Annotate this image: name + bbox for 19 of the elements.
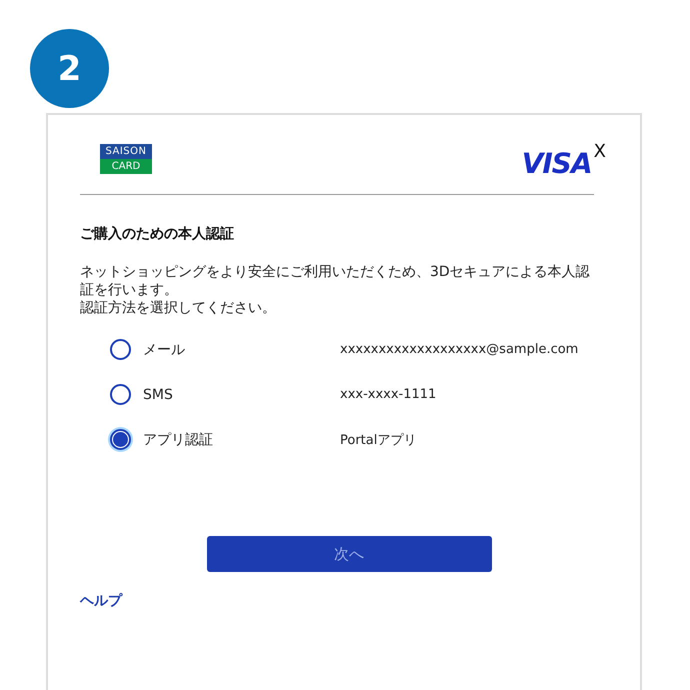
method-value: Portalアプリ bbox=[340, 432, 416, 448]
description-text: ネットショッピングをより安全にご利用いただくため、3Dセキュアによる本人認証を行います。 bbox=[80, 263, 591, 299]
logo-top-text: SAISON bbox=[100, 144, 152, 159]
method-label: メール bbox=[143, 340, 186, 358]
method-value: xxxxxxxxxxxxxxxxxxx@sample.com bbox=[340, 342, 578, 357]
method-label: SMS bbox=[143, 386, 174, 402]
logo-bottom-text: CARD bbox=[100, 159, 152, 174]
radio-button[interactable] bbox=[110, 339, 131, 360]
close-button[interactable]: X bbox=[594, 141, 606, 162]
page-title: ご購入のための本人認証 bbox=[80, 225, 235, 243]
radio-button[interactable] bbox=[110, 429, 131, 450]
description-text: 認証方法を選択してください。 bbox=[80, 299, 277, 317]
method-value: xxx-xxxx-1111 bbox=[340, 387, 436, 402]
step-number-badge: 2 bbox=[30, 29, 109, 108]
radio-button[interactable] bbox=[110, 384, 131, 405]
help-link[interactable]: ヘルプ bbox=[80, 592, 608, 610]
next-button[interactable]: 次へ bbox=[206, 536, 492, 572]
brand-logo: VISA bbox=[522, 147, 592, 180]
method-label: アプリ認証 bbox=[143, 430, 214, 448]
